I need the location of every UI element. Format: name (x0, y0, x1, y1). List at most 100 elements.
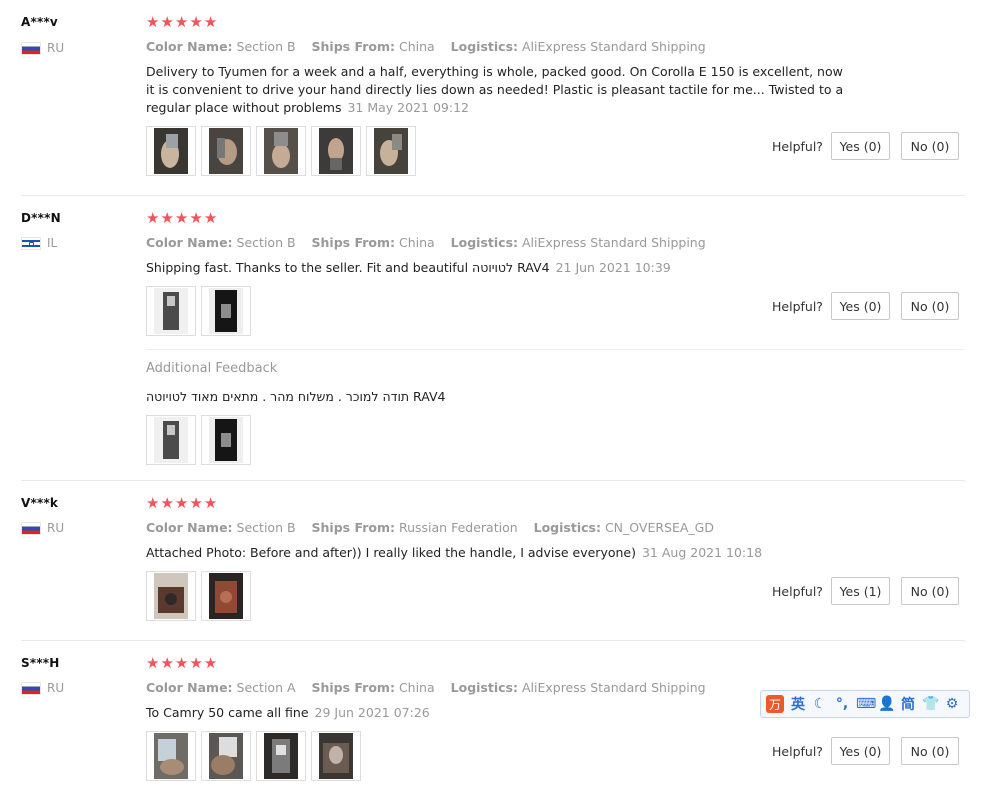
additional-feedback-title: Additional Feedback (146, 361, 278, 376)
review-divider (21, 480, 965, 481)
review-text: Shipping fast. Thanks to the seller. Fit… (146, 259, 846, 277)
helpful-no-button[interactable]: No (0) (901, 577, 959, 605)
color-name-key: Color Name: (146, 680, 233, 695)
color-name-key: Color Name: (146, 235, 233, 250)
review-date: 31 May 2021 09:12 (347, 100, 469, 115)
user-icon[interactable]: 👤 (878, 696, 895, 712)
helpful-no-button[interactable]: No (0) (901, 292, 959, 320)
color-name-key: Color Name: (146, 39, 233, 54)
additional-feedback-photos (146, 415, 251, 465)
review-photo[interactable] (311, 731, 361, 781)
logistics-key: Logistics: (533, 520, 601, 535)
reviewer-country: RU (21, 521, 64, 535)
star-icon: ★ (189, 654, 203, 672)
ime-logo-icon[interactable]: 万 (766, 695, 784, 713)
review-meta: Color Name: Section B Ships From: Russia… (146, 520, 726, 535)
review-photos (146, 286, 251, 336)
helpful-label: Helpful? (772, 139, 823, 154)
ships-from-key: Ships From: (311, 520, 395, 535)
moon-icon[interactable]: ☾ (812, 696, 828, 712)
star-icon: ★ (160, 13, 174, 31)
helpful-no-button[interactable]: No (0) (901, 132, 959, 160)
star-icon: ★ (189, 209, 203, 227)
star-icon: ★ (160, 209, 174, 227)
reviewer-name: D***N (21, 211, 61, 225)
country-code: RU (47, 681, 65, 695)
review-body: To Camry 50 came all fine (146, 705, 309, 720)
star-icon: ★ (174, 494, 189, 512)
helpful-yes-button[interactable]: Yes (0) (831, 132, 890, 160)
logistics-value: CN_OVERSEA_GD (604, 520, 714, 535)
review-photo[interactable] (201, 286, 251, 336)
review-body: Shipping fast. Thanks to the seller. Fit… (146, 260, 550, 275)
review-photo[interactable] (256, 731, 306, 781)
review-meta: Color Name: Section B Ships From: China … (146, 39, 718, 54)
reviewer-country: RU (21, 41, 64, 55)
israel-flag-icon (21, 236, 41, 250)
review-photo[interactable] (146, 286, 196, 336)
reviewer-name: S***H (21, 656, 60, 670)
star-rating: ★ ★ ★ ★ ★ (146, 656, 217, 671)
russia-flag-icon (21, 521, 41, 535)
helpful-yes-button[interactable]: Yes (0) (831, 292, 890, 320)
ime-language-toggle[interactable]: 英 (790, 694, 806, 714)
color-name-value: Section B (236, 39, 296, 54)
reviewer-country: RU (21, 681, 64, 695)
gear-icon[interactable]: ⚙ (944, 696, 960, 712)
helpful-yes-button[interactable]: Yes (1) (831, 577, 890, 605)
review-meta: Color Name: Section A Ships From: China … (146, 680, 718, 695)
review-meta: Color Name: Section B Ships From: China … (146, 235, 718, 250)
review-photos (146, 126, 416, 176)
star-icon: ★ (189, 13, 203, 31)
review-photos (146, 731, 361, 781)
review-photo[interactable] (256, 126, 306, 176)
star-icon: ★ (174, 13, 189, 31)
keyboard-icon[interactable]: ⌨ (856, 696, 876, 712)
star-icon: ★ (146, 13, 160, 31)
skin-icon[interactable]: 👕 (922, 696, 939, 712)
russia-flag-icon (21, 41, 41, 55)
review-photo[interactable] (146, 126, 196, 176)
star-icon: ★ (203, 654, 218, 672)
country-code: RU (47, 521, 65, 535)
ime-toolbar[interactable]: 万 英 ☾ °, ⌨ 👤 简 👕 ⚙ (760, 690, 970, 718)
review-photo[interactable] (366, 126, 416, 176)
ships-from-key: Ships From: (311, 680, 395, 695)
helpful-no-button[interactable]: No (0) (901, 737, 959, 765)
star-icon: ★ (160, 654, 174, 672)
helpful-yes-button[interactable]: Yes (0) (831, 737, 890, 765)
star-icon: ★ (174, 209, 189, 227)
star-icon: ★ (203, 494, 218, 512)
review-divider (21, 195, 965, 196)
review-date: 31 Aug 2021 10:18 (641, 545, 763, 560)
logistics-value: AliExpress Standard Shipping (522, 39, 706, 54)
logistics-value: AliExpress Standard Shipping (522, 235, 706, 250)
ships-from-value: China (398, 235, 435, 250)
star-icon: ★ (160, 494, 174, 512)
review-photo[interactable] (146, 571, 196, 621)
additional-feedback-divider (146, 349, 965, 350)
country-code: RU (47, 41, 65, 55)
review-date: 29 Jun 2021 07:26 (314, 705, 430, 720)
logistics-value: AliExpress Standard Shipping (521, 680, 706, 695)
color-name-value: Section A (236, 680, 296, 695)
review-photo[interactable] (201, 126, 251, 176)
review-photo[interactable] (201, 415, 251, 465)
ships-from-key: Ships From: (311, 235, 395, 250)
review-photo[interactable] (201, 571, 251, 621)
star-icon: ★ (146, 494, 160, 512)
star-icon: ★ (146, 654, 160, 672)
review-text: Delivery to Tyumen for a week and a half… (146, 63, 846, 117)
review-date: 21 Jun 2021 10:39 (555, 260, 671, 275)
punctuation-icon[interactable]: °, (834, 696, 850, 712)
review-photo[interactable] (146, 415, 196, 465)
color-name-value: Section B (236, 235, 296, 250)
ime-simplified-toggle[interactable]: 简 (900, 694, 916, 714)
review-photo[interactable] (201, 731, 251, 781)
star-icon: ★ (146, 209, 160, 227)
ships-from-value: Russian Federation (398, 520, 518, 535)
review-body: Attached Photo: Before and after)) I rea… (146, 545, 636, 560)
review-photo[interactable] (311, 126, 361, 176)
review-photo[interactable] (146, 731, 196, 781)
logistics-key: Logistics: (450, 235, 519, 250)
